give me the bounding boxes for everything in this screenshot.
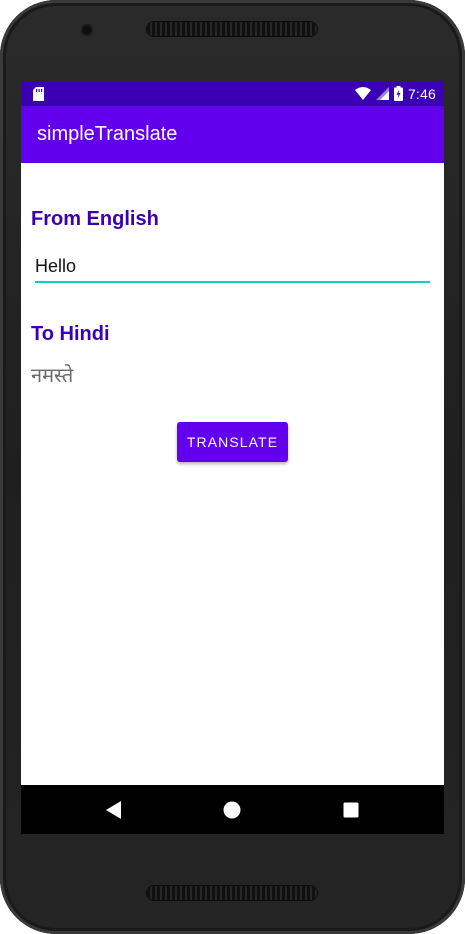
status-icons: 7:46 xyxy=(354,81,436,106)
home-button[interactable] xyxy=(221,799,243,821)
wifi-icon xyxy=(354,87,371,100)
back-button[interactable] xyxy=(103,799,125,821)
device: 7:46 simpleTranslate From English To Hin… xyxy=(0,0,465,934)
main-content: From English To Hindi नमस्ते TRANSLATE xyxy=(21,163,444,785)
back-icon xyxy=(106,801,121,819)
recents-icon xyxy=(343,802,359,818)
front-camera xyxy=(81,24,93,36)
home-icon xyxy=(223,801,241,819)
app-title: simpleTranslate xyxy=(37,123,178,145)
source-text-input[interactable] xyxy=(35,251,430,283)
top-speaker-grille xyxy=(147,22,317,36)
from-language-label: From English xyxy=(31,208,159,230)
sd-card-icon xyxy=(33,87,44,101)
to-language-label: To Hindi xyxy=(31,323,110,345)
recents-button[interactable] xyxy=(340,799,362,821)
signal-icon xyxy=(375,87,389,100)
app-bar: simpleTranslate xyxy=(21,106,444,163)
battery-charging-icon xyxy=(393,86,403,101)
translate-button[interactable]: TRANSLATE xyxy=(177,422,288,462)
navigation-bar xyxy=(21,785,444,834)
translated-text: नमस्ते xyxy=(31,363,74,387)
phone-screen: 7:46 simpleTranslate From English To Hin… xyxy=(21,81,444,834)
status-bar: 7:46 xyxy=(21,81,444,106)
status-time: 7:46 xyxy=(407,85,436,102)
input-wrapper xyxy=(35,251,430,283)
bottom-speaker-grille xyxy=(147,886,317,900)
